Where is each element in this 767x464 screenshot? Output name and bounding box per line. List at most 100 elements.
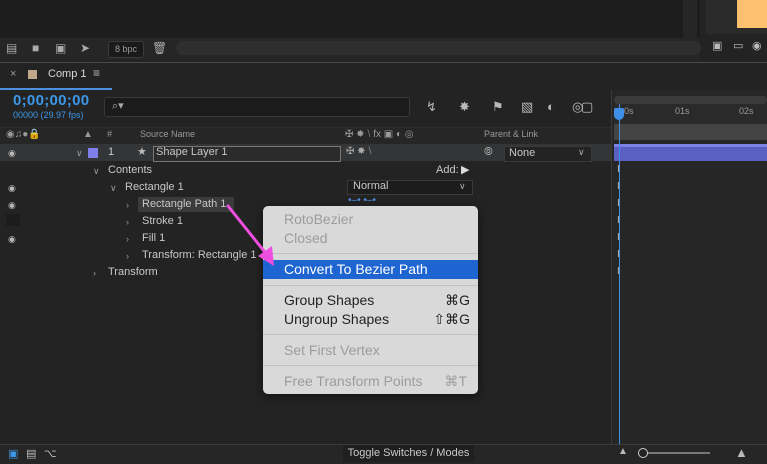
layer-switches-pane-icon[interactable]: ▣ [8, 447, 18, 460]
keyframe-marker: I [617, 164, 620, 175]
comp-tab-color-swatch [28, 70, 37, 79]
menu-item-closed[interactable]: Closed [284, 230, 328, 246]
search-icon: ⌕▾ [112, 100, 124, 112]
menu-item-set-first-vertex[interactable]: Set First Vertex [284, 342, 380, 358]
new-folder-icon[interactable]: ■ [32, 42, 39, 54]
menu-separator [263, 334, 478, 335]
composition-mini-flowchart-icon[interactable]: ↯ [426, 99, 437, 115]
zoom-out-icon[interactable]: ▲ [618, 446, 628, 457]
viewer-camera-icon[interactable]: ◉ [752, 39, 762, 52]
contents-group[interactable]: Contents [108, 164, 152, 176]
layer-label-color[interactable] [88, 148, 98, 158]
menu-separator [263, 365, 478, 366]
chevron-down-icon[interactable]: ∨ [110, 183, 117, 194]
label-column-icon[interactable]: ▲ [83, 129, 93, 140]
annotation-arrow-icon [226, 204, 274, 266]
new-composition-icon[interactable]: ▣ [55, 42, 66, 54]
draft-3d-icon[interactable]: ✸ [459, 99, 470, 115]
keyframe-marker: I [617, 232, 620, 243]
frame-blending-icon[interactable]: ▧ [521, 99, 533, 115]
chevron-down-icon[interactable]: ∨ [76, 148, 83, 159]
menu-item-convert-to-bezier-path[interactable]: Convert To Bezier Path [284, 261, 428, 277]
visibility-eye-icon[interactable]: ◉ [8, 148, 16, 159]
trash-icon[interactable]: 🗑 [152, 42, 167, 54]
graph-editor-toggle-icon[interactable]: ▢ [581, 99, 593, 115]
time-navigator[interactable] [614, 96, 767, 104]
layer-name[interactable]: Shape Layer 1 [156, 146, 228, 158]
chevron-down-icon: ∨ [459, 181, 466, 191]
keyframe-marker: I [617, 266, 620, 277]
pick-whip-icon[interactable]: ⦾ [484, 146, 493, 159]
chevron-right-icon[interactable]: › [126, 251, 129, 261]
visibility-eye-icon[interactable]: ◉ [8, 200, 16, 211]
chevron-right-icon[interactable]: › [126, 234, 129, 244]
add-label: Add: [436, 164, 459, 176]
keyframe-marker: I [617, 215, 620, 226]
chevron-down-icon[interactable]: ∨ [93, 166, 100, 177]
menu-separator [263, 285, 478, 286]
bit-depth-button[interactable]: 8 bpc [108, 41, 144, 58]
close-icon[interactable]: × [10, 68, 16, 80]
transfer-controls-pane-icon[interactable]: ▤ [26, 447, 36, 460]
visibility-eye-icon[interactable]: ◉ [8, 234, 16, 245]
search-input[interactable] [104, 97, 410, 117]
zoom-slider[interactable] [640, 452, 710, 454]
render-queue-icon[interactable]: ➤ [80, 42, 90, 54]
active-tab-indicator [0, 88, 112, 90]
work-area-bar[interactable] [614, 124, 767, 140]
viewer-display-icon[interactable]: ▭ [733, 39, 743, 52]
menu-shortcut-group-shapes: ⌘G [445, 292, 470, 308]
layer-number-header[interactable]: # [107, 129, 112, 139]
ruler-label-0: 0s [624, 106, 634, 116]
menu-separator [263, 253, 478, 254]
transform-property[interactable]: Transform [108, 266, 158, 278]
visibility-eye-icon[interactable]: ◉ [8, 183, 16, 194]
menu-item-group-shapes[interactable]: Group Shapes [284, 292, 374, 308]
interpret-footage-icon[interactable]: ▤ [6, 42, 17, 54]
menu-item-rotobezier[interactable]: RotoBezier [284, 211, 353, 227]
switches-header-icon[interactable]: ✠ ✸ ⧵ fx ▣ ◐ ◎ [345, 129, 414, 140]
menu-item-free-transform-points[interactable]: Free Transform Points [284, 373, 423, 389]
menu-shortcut-free-transform-points: ⌘T [444, 373, 467, 389]
ruler-label-1: 01s [675, 106, 690, 116]
chevron-right-icon[interactable]: › [93, 268, 96, 278]
toggle-switches-modes-button[interactable]: Toggle Switches / Modes [343, 445, 474, 462]
chevron-right-icon[interactable]: › [126, 217, 129, 227]
fill-property[interactable]: Fill 1 [142, 232, 165, 244]
av-features-icon[interactable]: ◉♫●🔒 [6, 129, 41, 140]
zoom-in-icon[interactable]: ▲ [735, 445, 748, 460]
viewer-region-icon[interactable]: ▣ [712, 39, 722, 52]
visibility-toggle-off[interactable] [6, 214, 20, 226]
rectangle-path[interactable]: Rectangle Path 1 [142, 198, 226, 210]
layer-switches[interactable]: ✠ ✸ ⧵ [346, 146, 371, 157]
blend-mode-value: Normal [353, 180, 389, 192]
viewer-thumbnail [737, 0, 767, 28]
add-menu-icon[interactable]: ▶ [461, 163, 469, 176]
stroke-property[interactable]: Stroke 1 [142, 215, 183, 227]
parent-link-header[interactable]: Parent & Link [484, 129, 538, 139]
keyframe-marker: I [617, 181, 620, 192]
shape-layer-star-icon: ★ [137, 146, 147, 158]
source-name-header[interactable]: Source Name [140, 129, 195, 139]
project-vertical-scrollbar[interactable] [683, 0, 697, 38]
rectangle-group[interactable]: Rectangle 1 [125, 181, 184, 193]
keyframe-marker: I [617, 249, 620, 260]
layer-number: 1 [108, 146, 115, 158]
chevron-down-icon: ∨ [578, 147, 585, 157]
panel-menu-icon[interactable]: ≡ [93, 66, 100, 80]
project-list-area[interactable] [0, 0, 700, 38]
keyframe-marker: I [617, 198, 620, 209]
menu-item-ungroup-shapes[interactable]: Ungroup Shapes [284, 311, 389, 327]
frame-rate-readout: 00000 (29.97 fps) [13, 110, 84, 120]
parent-dropdown-value: None [509, 147, 536, 159]
in-out-pane-icon[interactable]: ⌥ [44, 447, 57, 460]
comp-tab-title[interactable]: Comp 1 [48, 68, 87, 80]
current-time-display[interactable]: 0;00;00;00 [13, 92, 89, 109]
project-horizontal-scrollbar[interactable] [176, 41, 701, 55]
zoom-slider-knob[interactable] [638, 448, 648, 458]
chevron-right-icon[interactable]: › [126, 200, 129, 210]
shy-layers-icon[interactable]: ⚑ [492, 99, 504, 115]
playhead-handle[interactable] [614, 108, 624, 120]
motion-blur-icon[interactable]: ◐ [547, 99, 555, 114]
path-operations-icon[interactable]: •–• •–• [348, 195, 376, 206]
